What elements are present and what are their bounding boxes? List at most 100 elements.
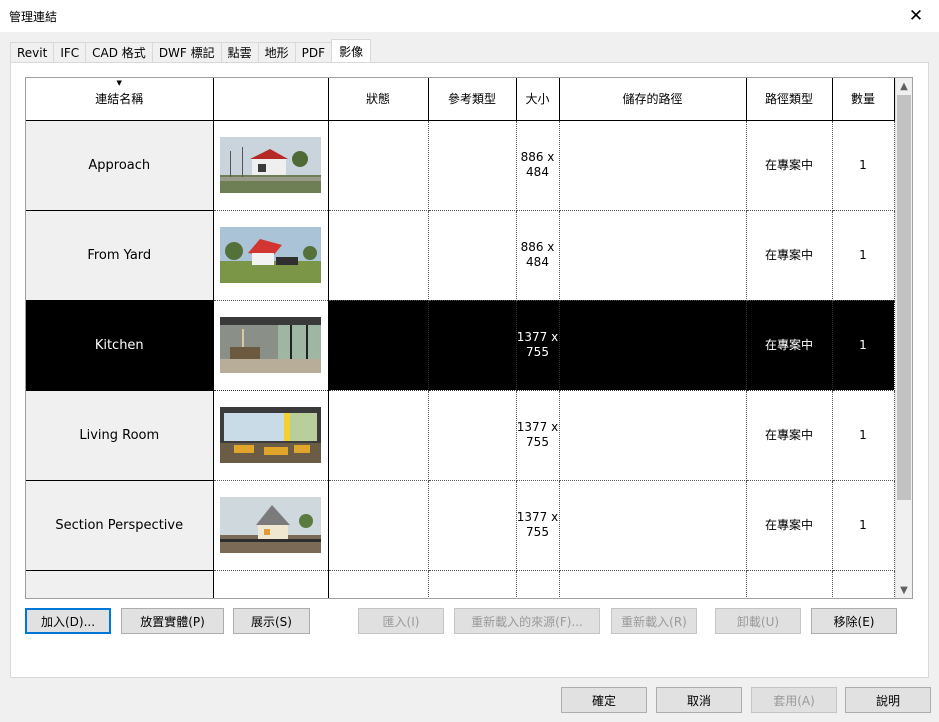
- reference-type-cell: [428, 210, 517, 301]
- table-row-selected[interactable]: Kitchen 1377 x 755 在專案中 1: [26, 300, 895, 391]
- close-button[interactable]: ✕: [893, 0, 939, 32]
- count-cell: 1: [832, 120, 895, 211]
- status-cell: [328, 210, 429, 301]
- tab-dwf-markups[interactable]: DWF 標記: [151, 42, 222, 62]
- path-type-cell[interactable]: 在專案中: [746, 390, 833, 481]
- status-cell: [328, 300, 429, 391]
- column-header-reference-type[interactable]: 參考類型: [428, 78, 517, 121]
- vertical-scrollbar[interactable]: ▲ ▼: [895, 78, 912, 598]
- count-cell: 1: [832, 210, 895, 301]
- saved-path-cell: [559, 570, 747, 598]
- saved-path-cell: [559, 120, 747, 211]
- reference-type-cell: [428, 120, 517, 211]
- size-cell: 1377 x 755: [516, 480, 560, 571]
- reference-type-cell: [428, 480, 517, 571]
- link-name-cell[interactable]: From Yard: [26, 210, 214, 301]
- path-type-cell[interactable]: [746, 570, 833, 598]
- thumbnail-image: [220, 407, 321, 463]
- table-row[interactable]: Approach 886 x 484 在專案中 1: [26, 120, 895, 211]
- tab-strip: Revit IFC CAD 格式 DWF 標記 點雲 地形 PDF 影像: [10, 39, 372, 62]
- path-type-cell[interactable]: 在專案中: [746, 120, 833, 211]
- thumbnail-cell: [213, 120, 329, 211]
- column-header-thumbnail[interactable]: [213, 78, 329, 121]
- table-row[interactable]: From Yard 886 x 484 在專案中 1: [26, 210, 895, 301]
- table-row[interactable]: Living Room 1377 x 755 在專案中 1: [26, 390, 895, 481]
- reload-from-button[interactable]: 重新載入的來源(F)...: [454, 608, 600, 634]
- apply-button[interactable]: 套用(A): [751, 687, 837, 713]
- thumbnail-image: [220, 317, 321, 373]
- size-cell: 1377 x 755: [516, 390, 560, 481]
- link-name-cell[interactable]: [26, 570, 214, 598]
- sort-descending-icon: ▼: [116, 79, 122, 87]
- saved-path-cell: [559, 210, 747, 301]
- help-button[interactable]: 說明: [845, 687, 931, 713]
- size-cell: 886 x 484: [516, 210, 560, 301]
- column-header-size[interactable]: 大小: [516, 78, 560, 121]
- column-header-path-type[interactable]: 路徑類型: [746, 78, 833, 121]
- scroll-up-icon[interactable]: ▲: [896, 78, 912, 94]
- scrollbar-thumb[interactable]: [897, 95, 911, 500]
- column-header-count[interactable]: 數量: [832, 78, 895, 121]
- path-type-cell[interactable]: 在專案中: [746, 300, 833, 391]
- thumbnail-cell: [213, 300, 329, 391]
- show-button[interactable]: 展示(S): [233, 608, 310, 634]
- thumbnail-cell: [213, 390, 329, 481]
- header-row: ▼ 連結名稱 狀態 參考類型 大小 儲存的路徑 路徑類型 數量: [26, 78, 895, 121]
- thumbnail-cell: [213, 210, 329, 301]
- tab-point-clouds[interactable]: 點雲: [220, 42, 259, 62]
- link-name-cell[interactable]: Section Perspective: [26, 480, 214, 571]
- thumbnail-image: [220, 137, 321, 193]
- size-cell: 1377 x 755: [516, 300, 560, 391]
- reference-type-cell: [428, 300, 517, 391]
- tab-images[interactable]: 影像: [331, 39, 372, 62]
- tab-ifc[interactable]: IFC: [53, 42, 87, 62]
- table-row[interactable]: [26, 570, 895, 598]
- tab-panel: ▼ 連結名稱 狀態 參考類型 大小 儲存的路徑 路徑類型 數量 Approach: [10, 62, 929, 678]
- cancel-button[interactable]: 取消: [656, 687, 742, 713]
- place-instance-button[interactable]: 放置實體(P): [121, 608, 224, 634]
- tab-revit[interactable]: Revit: [10, 42, 55, 62]
- count-cell: 1: [832, 480, 895, 571]
- link-name-cell[interactable]: Living Room: [26, 390, 214, 481]
- count-cell: [832, 570, 895, 598]
- status-cell: [328, 570, 429, 598]
- status-cell: [328, 390, 429, 481]
- ok-button[interactable]: 確定: [561, 687, 647, 713]
- tab-topography[interactable]: 地形: [257, 42, 296, 62]
- remove-button[interactable]: 移除(E): [811, 608, 897, 634]
- reload-button[interactable]: 重新載入(R): [611, 608, 697, 634]
- tab-cad-formats[interactable]: CAD 格式: [85, 42, 153, 62]
- import-button[interactable]: 匯入(I): [358, 608, 444, 634]
- title-bar: 管理連結 ✕: [0, 0, 939, 32]
- thumbnail-image: [220, 227, 321, 283]
- status-cell: [328, 120, 429, 211]
- status-cell: [328, 480, 429, 571]
- thumbnail-cell: [213, 570, 329, 598]
- saved-path-cell: [559, 480, 747, 571]
- table-row[interactable]: Section Perspective 1377 x 755 在專案中 1: [26, 480, 895, 571]
- path-type-cell[interactable]: 在專案中: [746, 210, 833, 301]
- reference-type-cell: [428, 390, 517, 481]
- tab-pdf[interactable]: PDF: [294, 42, 333, 62]
- thumbnail-image: [220, 497, 321, 553]
- path-type-cell[interactable]: 在專案中: [746, 480, 833, 571]
- scroll-down-icon[interactable]: ▼: [896, 582, 912, 598]
- column-header-saved-path[interactable]: 儲存的路徑: [559, 78, 747, 121]
- count-cell: 1: [832, 300, 895, 391]
- size-cell: 886 x 484: [516, 120, 560, 211]
- saved-path-cell: [559, 300, 747, 391]
- link-name-cell[interactable]: Approach: [26, 120, 214, 211]
- close-icon: ✕: [908, 6, 924, 26]
- link-name-cell[interactable]: Kitchen: [26, 300, 214, 391]
- links-table: ▼ 連結名稱 狀態 參考類型 大小 儲存的路徑 路徑類型 數量 Approach: [25, 77, 913, 599]
- thumbnail-cell: [213, 480, 329, 571]
- add-button[interactable]: 加入(D)...: [25, 608, 111, 634]
- unload-button[interactable]: 卸載(U): [715, 608, 801, 634]
- column-header-link-name[interactable]: ▼ 連結名稱: [26, 78, 214, 121]
- column-header-status[interactable]: 狀態: [328, 78, 429, 121]
- reference-type-cell: [428, 570, 517, 598]
- links-grid: ▼ 連結名稱 狀態 參考類型 大小 儲存的路徑 路徑類型 數量 Approach: [26, 78, 895, 598]
- saved-path-cell: [559, 390, 747, 481]
- count-cell: 1: [832, 390, 895, 481]
- size-cell: [516, 570, 560, 598]
